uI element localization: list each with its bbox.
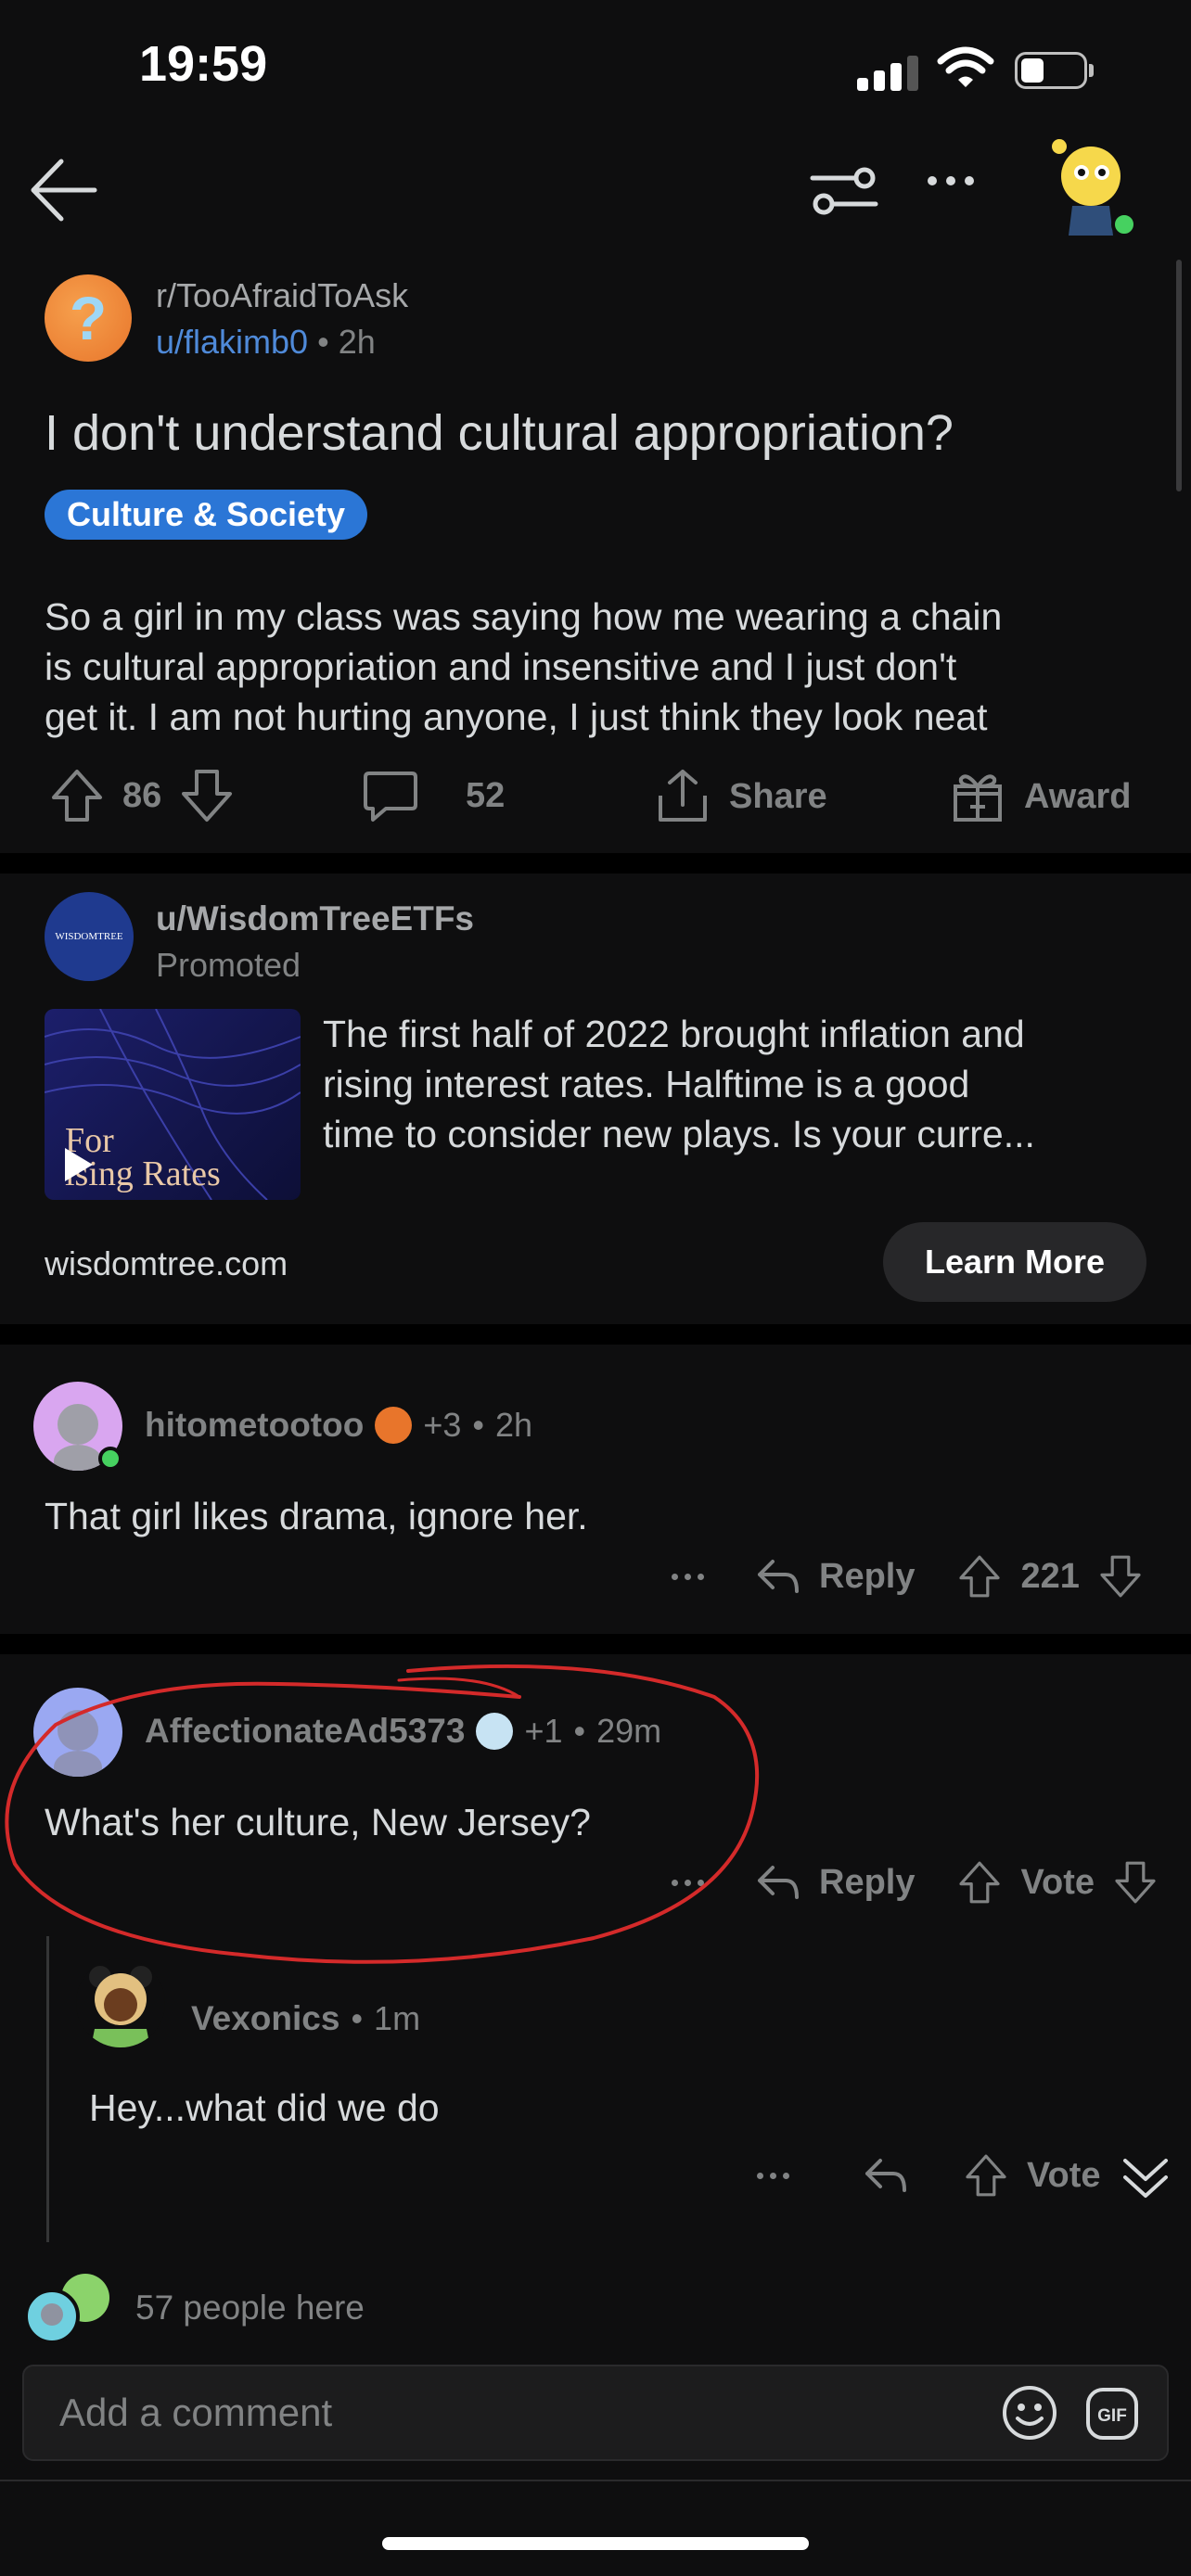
upvote-icon[interactable] [964, 2153, 1008, 2198]
promoted-label: Promoted [156, 946, 301, 984]
subreddit-name[interactable]: r/TooAfraidToAsk [156, 276, 408, 315]
share-button[interactable]: Share [655, 768, 827, 825]
post-flair[interactable]: Culture & Society [45, 490, 368, 540]
ad-text-line: time to consider new plays. Is your curr… [323, 1113, 1035, 1155]
comment-author[interactable]: hitometootoo [145, 1406, 364, 1445]
comment-count: 52 [466, 775, 506, 815]
play-icon[interactable] [61, 1146, 95, 1188]
comment-age: 1m [374, 1999, 421, 2037]
status-time: 19:59 [139, 36, 268, 92]
award-gift-icon [954, 774, 1002, 822]
vote-label: Vote [1027, 2155, 1101, 2195]
emoji-icon[interactable] [1000, 2383, 1059, 2447]
comment-actions: Vote [757, 2149, 1172, 2201]
upvote-icon[interactable] [957, 1860, 1002, 1905]
commenter-avatar[interactable] [76, 1958, 165, 2047]
post-age: 2h [338, 323, 376, 361]
people-here-count: 57 people here [135, 2289, 365, 2327]
section-divider [0, 853, 1191, 874]
post-body-line: is cultural appropriation and insensitiv… [45, 645, 957, 688]
comment-body: Hey...what did we do [89, 2086, 440, 2129]
share-label: Share [729, 776, 827, 816]
advertiser-avatar[interactable]: WISDOMTREE [45, 892, 134, 981]
user-avatar[interactable] [1044, 135, 1137, 237]
footer-divider [0, 2480, 1191, 2481]
more-options-icon[interactable] [928, 176, 974, 185]
post-body-line: So a girl in my class was saying how me … [45, 595, 1003, 638]
collapse-chevron-icon[interactable] [1120, 2149, 1172, 2201]
ad-text-line: rising interest rates. Halftime is a goo… [323, 1063, 970, 1105]
reply-icon[interactable] [864, 2157, 908, 2194]
battery-icon [1015, 52, 1094, 89]
comments-button[interactable]: 52 [362, 768, 505, 823]
home-indicator[interactable] [382, 2537, 809, 2550]
downvote-icon[interactable] [1098, 1554, 1143, 1599]
advertiser-name[interactable]: u/WisdomTreeETFs [156, 899, 474, 938]
comment-header: Vexonics • 1m [191, 1999, 421, 2038]
ad-text: The first half of 2022 brought inflation… [323, 1009, 1158, 1159]
vote-label: Vote [1020, 1862, 1095, 1902]
post-meta: u/flakimb0 • 2h [156, 323, 376, 361]
comment-actions: Reply 221 [672, 1554, 1143, 1599]
share-icon [659, 770, 707, 822]
downvote-icon[interactable] [1113, 1860, 1158, 1905]
post-vote-count: 86 [122, 775, 162, 815]
scrollbar[interactable] [1176, 260, 1182, 491]
award-label: Award [1024, 776, 1132, 816]
comment-age: 2h [494, 1406, 533, 1444]
reply-label[interactable]: Reply [819, 1863, 915, 1903]
comment-placeholder: Add a comment [59, 2391, 333, 2434]
learn-more-button[interactable]: Learn More [883, 1222, 1146, 1302]
reply-icon[interactable] [756, 1558, 800, 1595]
reply-label[interactable]: Reply [819, 1557, 915, 1597]
gif-icon[interactable]: GIF [1085, 2387, 1139, 2445]
ad-text-line: The first half of 2022 brought inflation… [323, 1013, 1025, 1055]
user-flair-icon [375, 1407, 413, 1444]
thread-line [46, 1936, 49, 2242]
award-button[interactable]: Award [950, 768, 1131, 825]
post-author[interactable]: u/flakimb0 [156, 323, 308, 361]
post-body-line: get it. I am not hurting anyone, I just … [45, 695, 988, 738]
upvote-icon[interactable] [50, 768, 104, 823]
comment-header: hitometootoo +3 • 2h [145, 1406, 533, 1445]
present-users-avatars [24, 2274, 117, 2353]
online-indicator [98, 1447, 122, 1471]
wifi-icon [937, 46, 994, 94]
svg-text:?: ? [70, 284, 107, 352]
sort-filter-icon[interactable] [809, 163, 879, 223]
cellular-signal-icon [857, 56, 918, 91]
ad-domain[interactable]: wisdomtree.com [45, 1244, 288, 1283]
comment-body: That girl likes drama, ignore her. [45, 1495, 588, 1537]
more-options-icon[interactable] [672, 1573, 704, 1580]
downvote-icon[interactable] [180, 768, 234, 823]
upvote-icon[interactable] [957, 1554, 1002, 1599]
comment-karma: +3 [423, 1406, 462, 1444]
post-body: So a girl in my class was saying how me … [45, 592, 1158, 742]
comment-bubble-icon [364, 772, 417, 822]
comment-author[interactable]: Vexonics [191, 1999, 339, 2038]
red-annotation-circle [0, 1660, 779, 1980]
more-options-icon[interactable] [757, 2172, 789, 2179]
section-divider [0, 1634, 1191, 1654]
subreddit-avatar[interactable]: ? [45, 274, 132, 362]
comment-vote-count: 221 [1020, 1556, 1080, 1596]
svg-text:GIF: GIF [1097, 2406, 1127, 2426]
back-arrow-icon[interactable] [28, 158, 98, 227]
post-title: I don't understand cultural appropriatio… [45, 405, 954, 461]
section-divider [0, 1324, 1191, 1345]
post-action-bar: 86 52 Share Award [0, 768, 1191, 827]
